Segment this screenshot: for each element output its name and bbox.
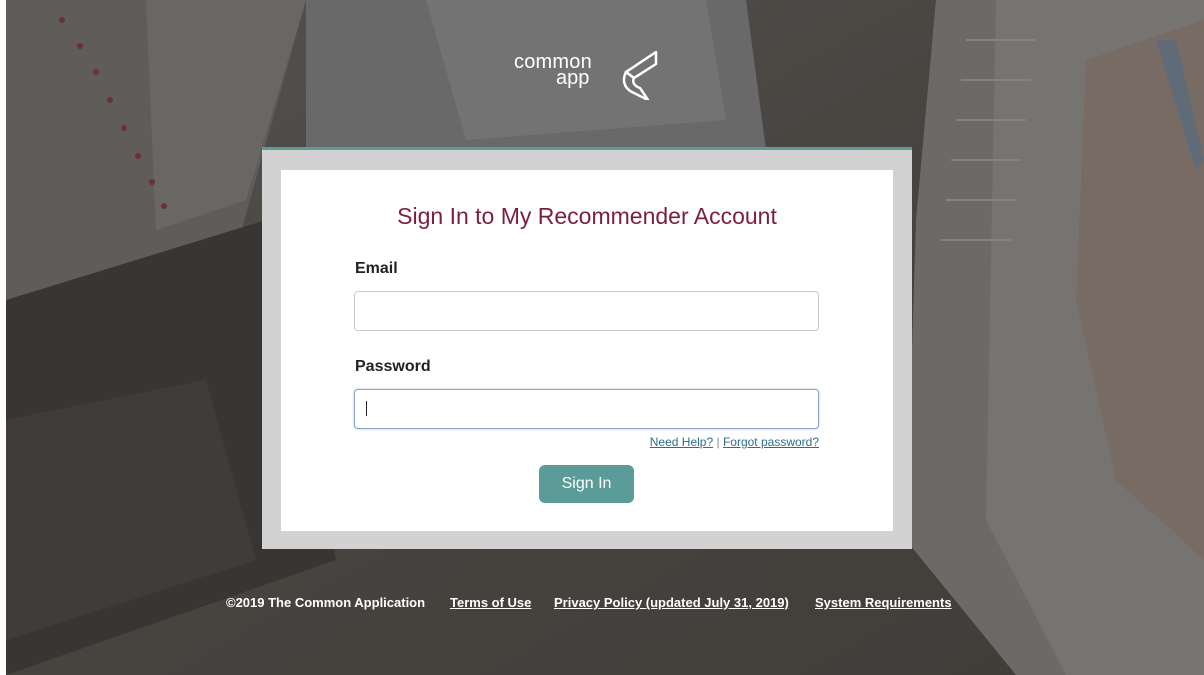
text-caret (366, 401, 367, 416)
forgot-password-link[interactable]: Forgot password? (723, 435, 819, 449)
password-field[interactable] (354, 389, 819, 429)
email-field[interactable] (354, 291, 819, 331)
signin-card: Sign In to My Recommender Account Email … (281, 170, 893, 531)
email-label: Email (355, 260, 398, 277)
footer-copyright: ©2019 The Common Application (226, 595, 426, 610)
sign-in-button[interactable]: Sign In (539, 465, 634, 503)
logo-word-app: app (556, 67, 590, 89)
footer: ©2019 The Common Application Terms of Us… (0, 595, 1204, 615)
need-help-link[interactable]: Need Help? (650, 435, 713, 449)
common-app-logo: common app (512, 44, 672, 104)
link-separator: | (716, 435, 720, 449)
help-links: Need Help? | Forgot password? (650, 435, 819, 449)
system-requirements-link[interactable]: System Requirements (815, 595, 952, 610)
common-app-logo-icon (622, 50, 658, 100)
terms-of-use-link[interactable]: Terms of Use (450, 595, 531, 610)
privacy-policy-link[interactable]: Privacy Policy (updated July 31, 2019) (554, 595, 789, 610)
signin-card-frame: Sign In to My Recommender Account Email … (262, 147, 912, 549)
password-label: Password (355, 358, 431, 375)
page-title: Sign In to My Recommender Account (397, 203, 777, 229)
